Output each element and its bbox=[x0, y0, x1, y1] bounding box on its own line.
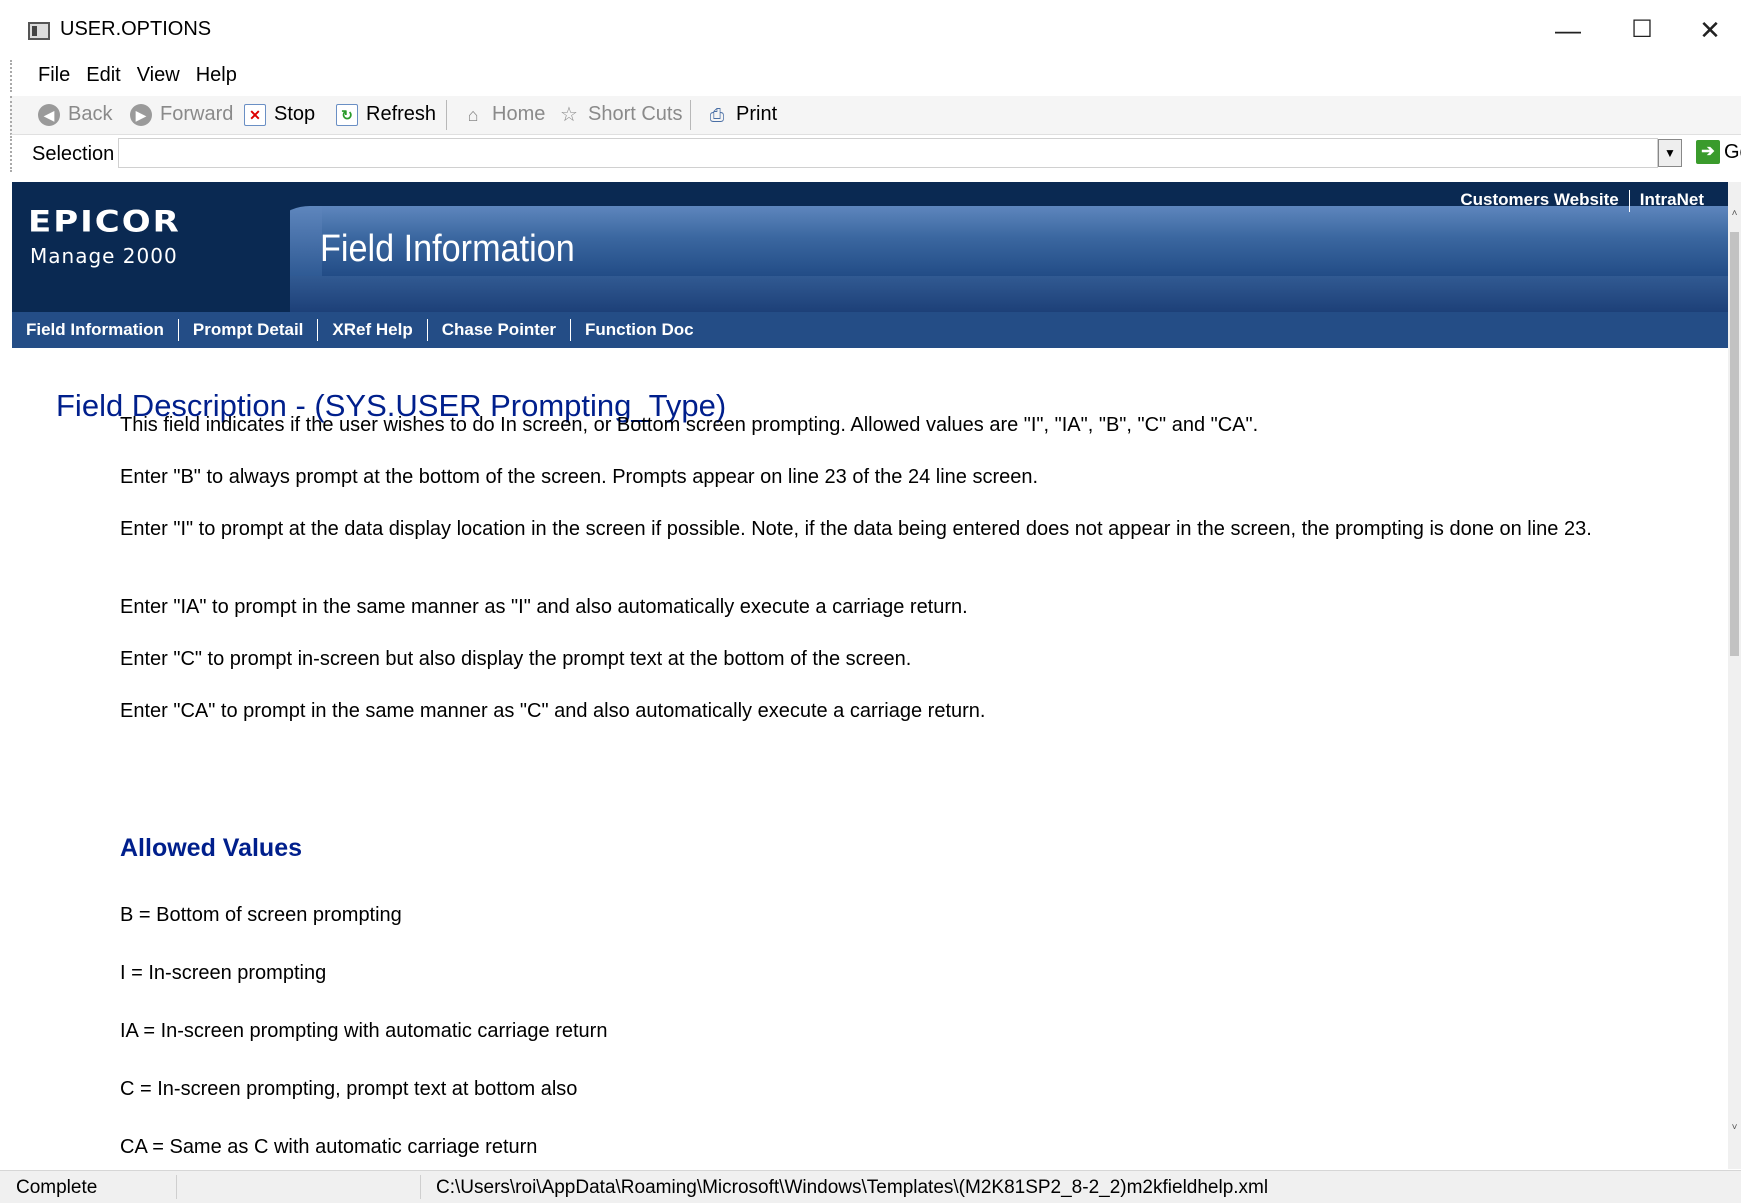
status-text: Complete bbox=[16, 1177, 98, 1198]
tab-function-doc[interactable]: Function Doc bbox=[571, 320, 708, 340]
stop-label: Stop bbox=[274, 103, 316, 125]
tab-field-information[interactable]: Field Information bbox=[12, 320, 178, 340]
toolbar-separator bbox=[690, 100, 691, 130]
forward-button[interactable]: ▶ Forward bbox=[130, 103, 233, 126]
toolbar: ◀ Back ▶ Forward ✕ Stop ↻ Refresh ⌂ Home ☆ Sho… bbox=[10, 96, 1741, 135]
home-icon: ⌂ bbox=[467, 104, 479, 125]
browser-content: EPICOR Manage 2000 Field Information Cus… bbox=[12, 182, 1728, 1169]
star-icon: ☆ bbox=[560, 103, 578, 126]
go-label: Go bbox=[1724, 140, 1741, 163]
product-name: Manage 2000 bbox=[30, 244, 178, 268]
home-label: Home bbox=[492, 103, 546, 125]
tab-chase-pointer[interactable]: Chase Pointer bbox=[428, 320, 570, 340]
forward-arrow-icon: ▶ bbox=[130, 103, 152, 126]
top-links: Customers Website IntraNet bbox=[1450, 190, 1714, 212]
back-label: Back bbox=[68, 103, 113, 125]
page-banner: EPICOR Manage 2000 Field Information Cus… bbox=[12, 182, 1728, 312]
shortcuts-label: Short Cuts bbox=[588, 103, 683, 125]
print-button[interactable]: ⎙ Print bbox=[706, 103, 777, 126]
tab-xref-help[interactable]: XRef Help bbox=[318, 320, 426, 340]
scroll-up-icon[interactable]: ˄ bbox=[1728, 208, 1741, 228]
go-button[interactable]: ➔Go bbox=[1696, 140, 1741, 164]
printer-icon: ⎙ bbox=[709, 104, 725, 125]
stop-button[interactable]: ✕ Stop bbox=[244, 103, 315, 126]
status-divider bbox=[420, 1175, 421, 1199]
menu-bar: File Edit View Help bbox=[10, 60, 1741, 92]
allowed-value-item: B = Bottom of screen prompting bbox=[120, 904, 402, 926]
status-file-path: C:\Users\roi\AppData\Roaming\Microsoft\W… bbox=[436, 1177, 1269, 1198]
maximize-button[interactable]: ☐ bbox=[1612, 10, 1672, 50]
description-paragraph: Enter "B" to always prompt at the bottom… bbox=[120, 466, 1039, 488]
minimize-button[interactable]: — bbox=[1538, 10, 1598, 50]
allowed-value-item: I = In-screen prompting bbox=[120, 962, 327, 984]
go-arrow-icon: ➔ bbox=[1696, 140, 1720, 164]
print-label: Print bbox=[736, 103, 778, 125]
address-dropdown-button[interactable]: ▼ bbox=[1658, 139, 1682, 167]
epicor-logo: EPICOR bbox=[28, 205, 181, 239]
description-paragraph: Enter "CA" to prompt in the same manner … bbox=[120, 700, 986, 722]
close-button[interactable]: ✕ bbox=[1680, 10, 1740, 50]
menu-file[interactable]: File bbox=[30, 60, 78, 90]
description-paragraph: Enter "IA" to prompt in the same manner … bbox=[120, 596, 968, 618]
toolbar-separator bbox=[446, 100, 447, 130]
nav-tabs: Field Information Prompt Detail XRef Hel… bbox=[12, 312, 1728, 348]
app-icon bbox=[28, 22, 50, 40]
allowed-value-item: IA = In-screen prompting with automatic … bbox=[120, 1020, 608, 1042]
refresh-button[interactable]: ↻ Refresh bbox=[336, 103, 436, 126]
window-title: USER.OPTIONS bbox=[60, 18, 212, 40]
menu-view[interactable]: View bbox=[129, 60, 188, 90]
status-divider bbox=[176, 1175, 177, 1199]
allowed-value-item: C = In-screen prompting, prompt text at … bbox=[120, 1078, 578, 1100]
refresh-icon: ↻ bbox=[336, 103, 358, 126]
description-paragraph: This field indicates if the user wishes … bbox=[120, 414, 1259, 436]
title-bar: USER.OPTIONS — ☐ ✕ bbox=[0, 0, 1741, 60]
tab-prompt-detail[interactable]: Prompt Detail bbox=[179, 320, 318, 340]
vertical-scrollbar[interactable]: ˄ ˅ bbox=[1728, 182, 1741, 1169]
allowed-values-heading: Allowed Values bbox=[120, 834, 303, 862]
allowed-value-item: CA = Same as C with automatic carriage r… bbox=[120, 1136, 538, 1158]
address-label: Selection bbox=[32, 143, 115, 165]
scrollbar-thumb[interactable] bbox=[1730, 232, 1739, 656]
back-button[interactable]: ◀ Back bbox=[38, 103, 112, 126]
customers-website-link[interactable]: Customers Website bbox=[1450, 190, 1628, 212]
menu-help[interactable]: Help bbox=[188, 60, 245, 90]
forward-label: Forward bbox=[160, 103, 234, 125]
intranet-link[interactable]: IntraNet bbox=[1630, 190, 1714, 212]
refresh-label: Refresh bbox=[366, 103, 437, 125]
page-title: Field Information bbox=[320, 228, 575, 270]
menu-edit[interactable]: Edit bbox=[78, 60, 128, 90]
chevron-down-icon: ▼ bbox=[1664, 146, 1676, 160]
scroll-down-icon[interactable]: ˅ bbox=[1728, 1122, 1741, 1142]
description-paragraph: Enter "I" to prompt at the data display … bbox=[120, 518, 1592, 540]
back-arrow-icon: ◀ bbox=[38, 103, 60, 126]
description-paragraph: Enter "C" to prompt in-screen but also d… bbox=[120, 648, 912, 670]
home-button[interactable]: ⌂ Home bbox=[462, 103, 546, 126]
shortcuts-button[interactable]: ☆ Short Cuts bbox=[558, 103, 682, 126]
status-bar: Complete C:\Users\roi\AppData\Roaming\Mi… bbox=[0, 1170, 1741, 1203]
address-bar: Selection ▼ ➔Go bbox=[10, 136, 1741, 172]
address-input[interactable] bbox=[118, 138, 1658, 168]
stop-icon: ✕ bbox=[244, 103, 266, 126]
